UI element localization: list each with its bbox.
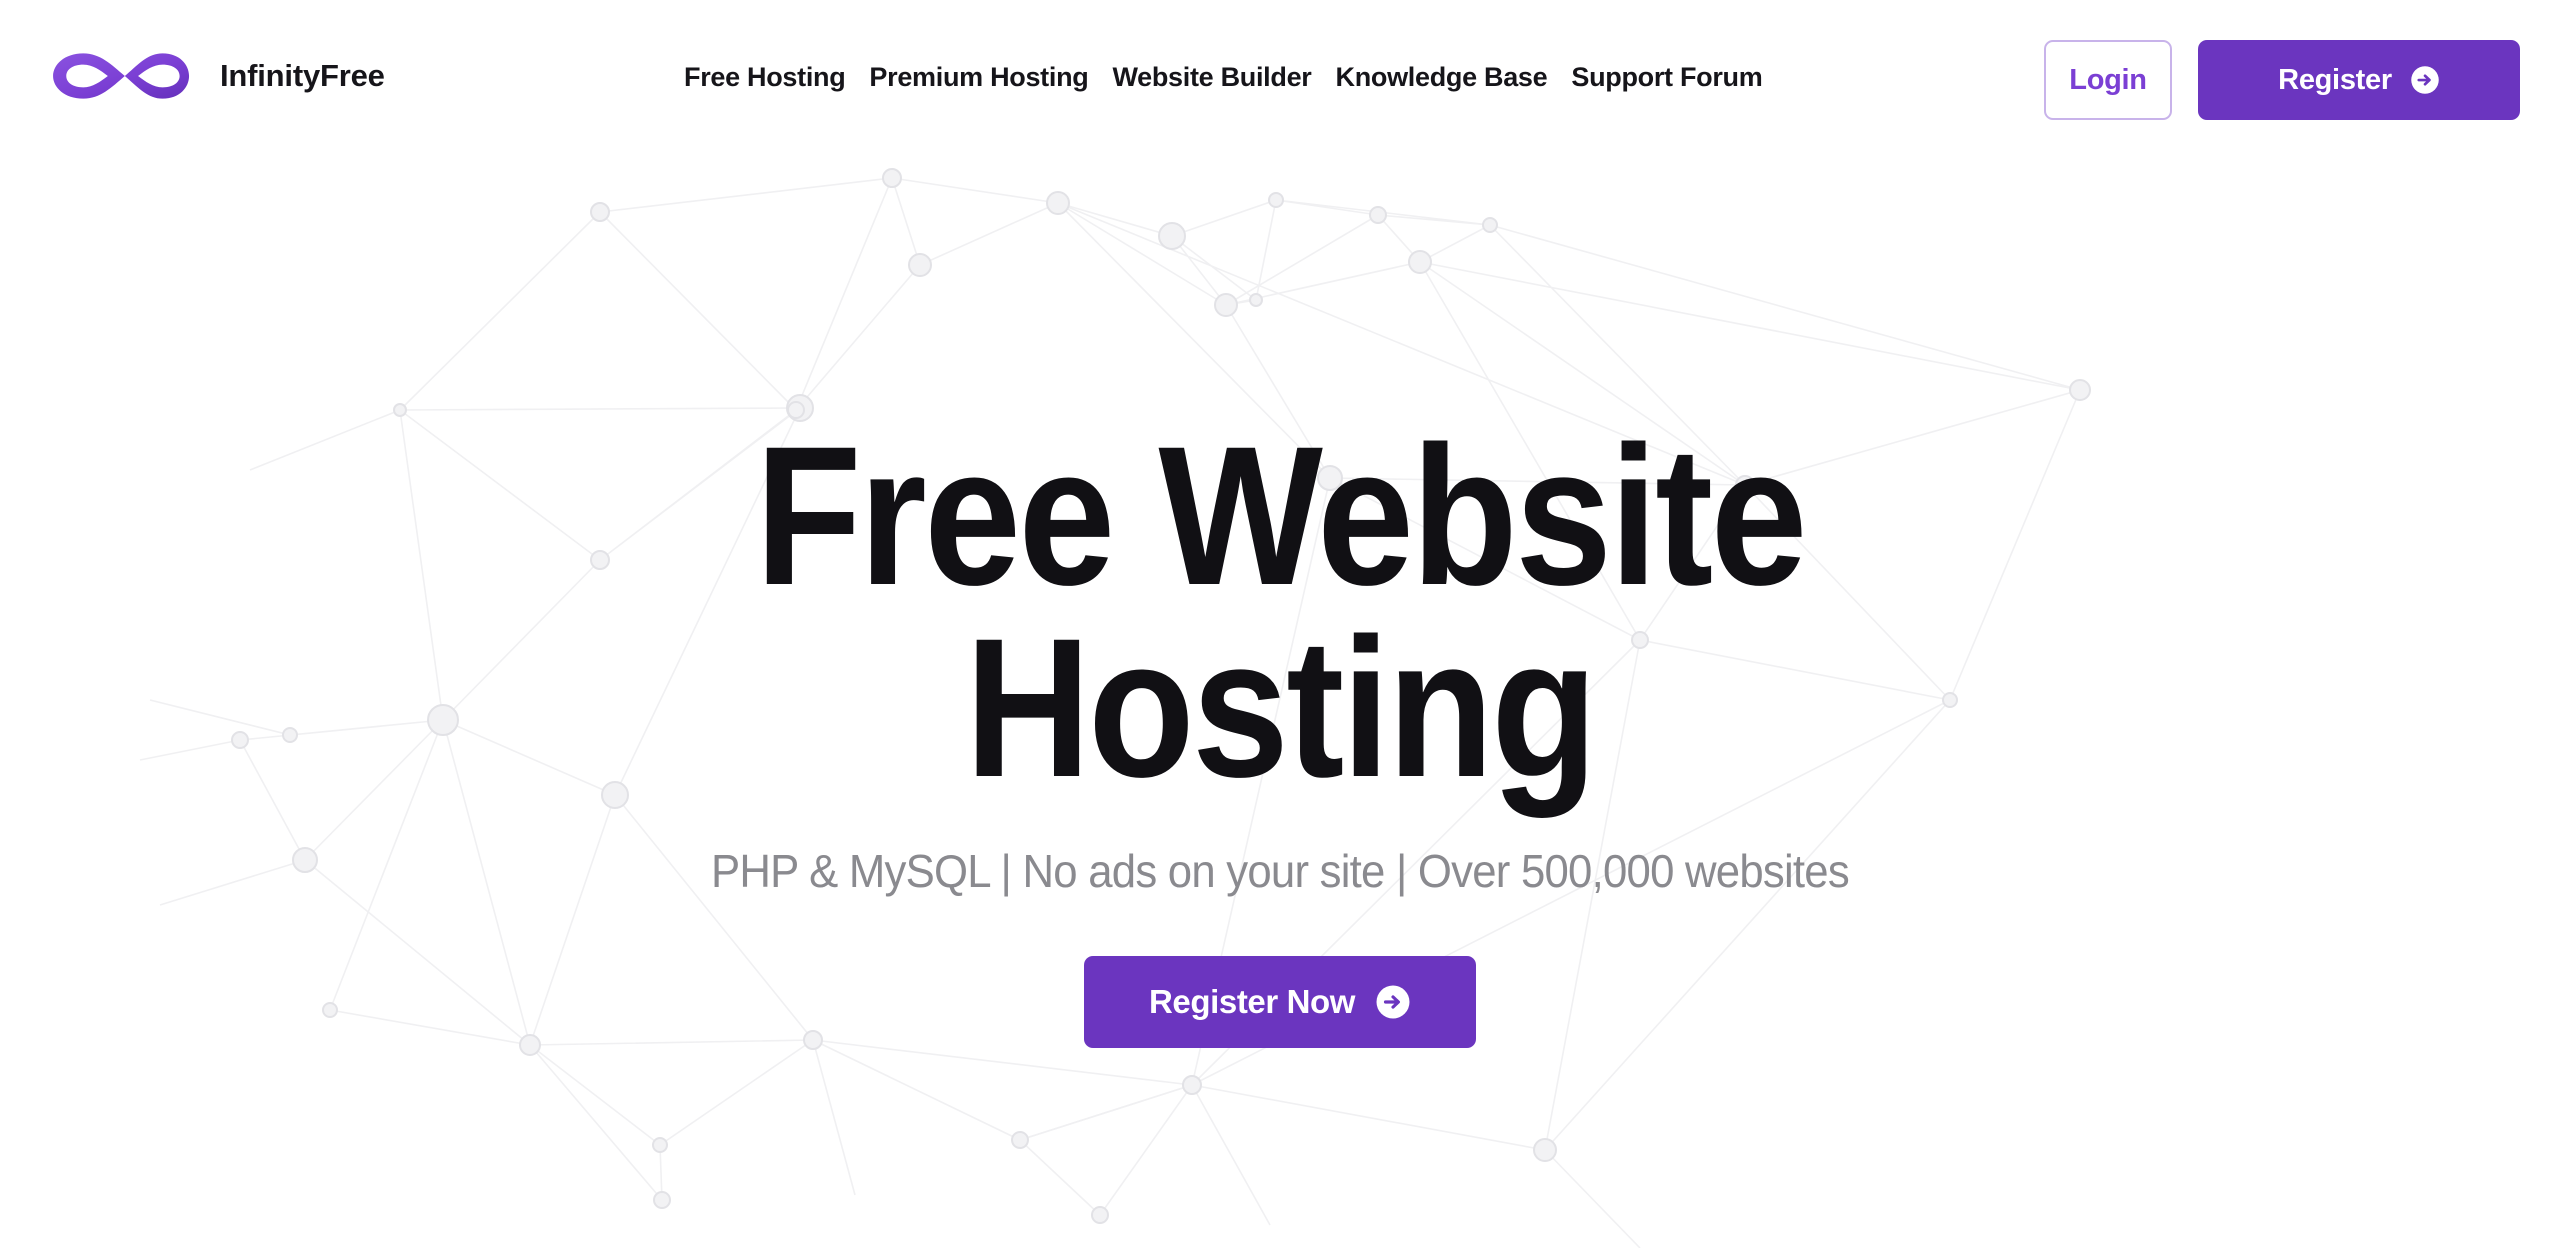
register-now-button-label: Register Now	[1148, 983, 1356, 1021]
page-title: Free Website Hosting	[620, 405, 1940, 819]
brand-name: InfinityFree	[220, 58, 385, 93]
hero-subtitle: PHP & MySQL | No ads on your site | Over…	[710, 845, 1850, 898]
hero-title-line-2: Hosting	[965, 597, 1598, 819]
brand-logo-link[interactable]: InfinityFree	[40, 44, 385, 108]
nav-item-support-forum[interactable]: Support Forum	[1571, 62, 1762, 93]
arrow-right-circle-icon	[1375, 984, 1411, 1020]
page-root: InfinityFree Free Hosting Premium Hostin…	[0, 0, 2560, 1248]
nav-item-website-builder[interactable]: Website Builder	[1112, 62, 1311, 93]
main-navigation: Free Hosting Premium Hosting Website Bui…	[684, 62, 1763, 93]
hero-title-line-1: Free Website	[755, 405, 1807, 626]
register-now-button[interactable]: Register Now	[1084, 956, 1476, 1049]
arrow-right-circle-icon	[2410, 65, 2440, 95]
register-button[interactable]: Register	[2198, 40, 2520, 120]
header-actions: Login Register	[2044, 40, 2520, 120]
nav-item-premium-hosting[interactable]: Premium Hosting	[869, 62, 1088, 93]
nav-item-knowledge-base[interactable]: Knowledge Base	[1336, 62, 1548, 93]
nav-item-free-hosting[interactable]: Free Hosting	[684, 62, 846, 93]
register-button-label: Register	[2278, 63, 2392, 96]
infinity-logo-icon	[53, 53, 190, 99]
hero-section: Free Website Hosting PHP & MySQL | No ad…	[0, 0, 2560, 1248]
network-constellation-pattern	[139, 168, 2091, 1248]
hero-cta-wrapper: Register Now	[1084, 956, 1476, 1049]
login-button[interactable]: Login	[2044, 40, 2172, 120]
site-header: InfinityFree Free Hosting Premium Hostin…	[0, 0, 2560, 152]
